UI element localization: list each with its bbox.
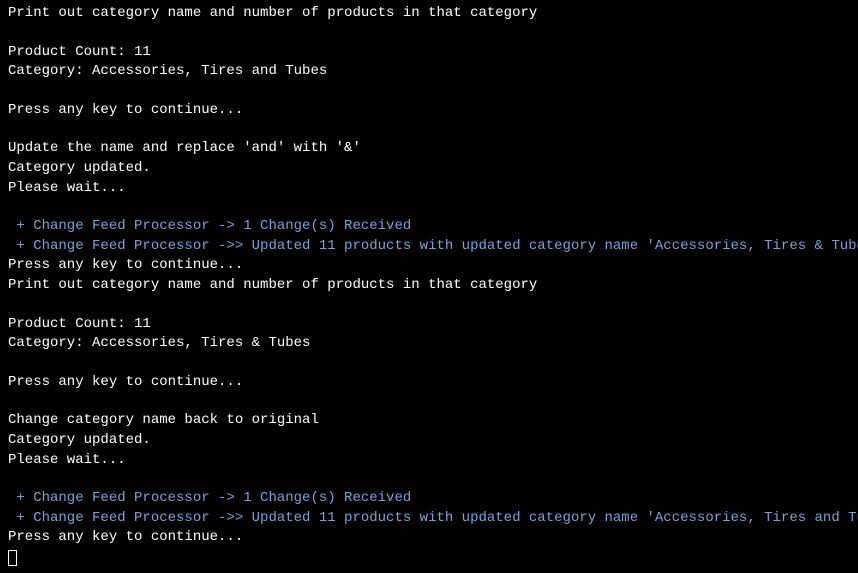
terminal-line: Press any key to continue... bbox=[8, 256, 850, 276]
terminal-line: Print out category name and number of pr… bbox=[8, 276, 850, 296]
terminal-line: Print out category name and number of pr… bbox=[8, 4, 850, 24]
terminal-line: Press any key to continue... bbox=[8, 528, 850, 548]
terminal-line: Update the name and replace 'and' with '… bbox=[8, 139, 850, 159]
terminal-line bbox=[8, 354, 850, 373]
terminal-line: Press any key to continue... bbox=[8, 101, 850, 121]
terminal-line: + Change Feed Processor -> 1 Change(s) R… bbox=[8, 489, 850, 509]
terminal-line bbox=[8, 296, 850, 315]
terminal-line: Category updated. bbox=[8, 431, 850, 451]
terminal-line bbox=[8, 198, 850, 217]
terminal-line bbox=[8, 24, 850, 43]
terminal-line: Please wait... bbox=[8, 451, 850, 471]
terminal-line: Category updated. bbox=[8, 159, 850, 179]
terminal-line bbox=[8, 82, 850, 101]
terminal-line: Change category name back to original bbox=[8, 411, 850, 431]
terminal-line: Press any key to continue... bbox=[8, 373, 850, 393]
terminal-line: Please wait... bbox=[8, 179, 850, 199]
terminal-line: + Change Feed Processor -> 1 Change(s) R… bbox=[8, 217, 850, 237]
terminal-line: Product Count: 11 bbox=[8, 43, 850, 63]
terminal-line: + Change Feed Processor ->> Updated 11 p… bbox=[8, 509, 850, 529]
terminal-line: Category: Accessories, Tires and Tubes bbox=[8, 62, 850, 82]
terminal-line: Category: Accessories, Tires & Tubes bbox=[8, 334, 850, 354]
terminal-line bbox=[8, 120, 850, 139]
terminal-output: Print out category name and number of pr… bbox=[8, 4, 850, 548]
terminal-line: Product Count: 11 bbox=[8, 315, 850, 335]
terminal-line bbox=[8, 392, 850, 411]
terminal-cursor bbox=[8, 550, 17, 566]
terminal-line: + Change Feed Processor ->> Updated 11 p… bbox=[8, 237, 850, 257]
terminal-line bbox=[8, 470, 850, 489]
